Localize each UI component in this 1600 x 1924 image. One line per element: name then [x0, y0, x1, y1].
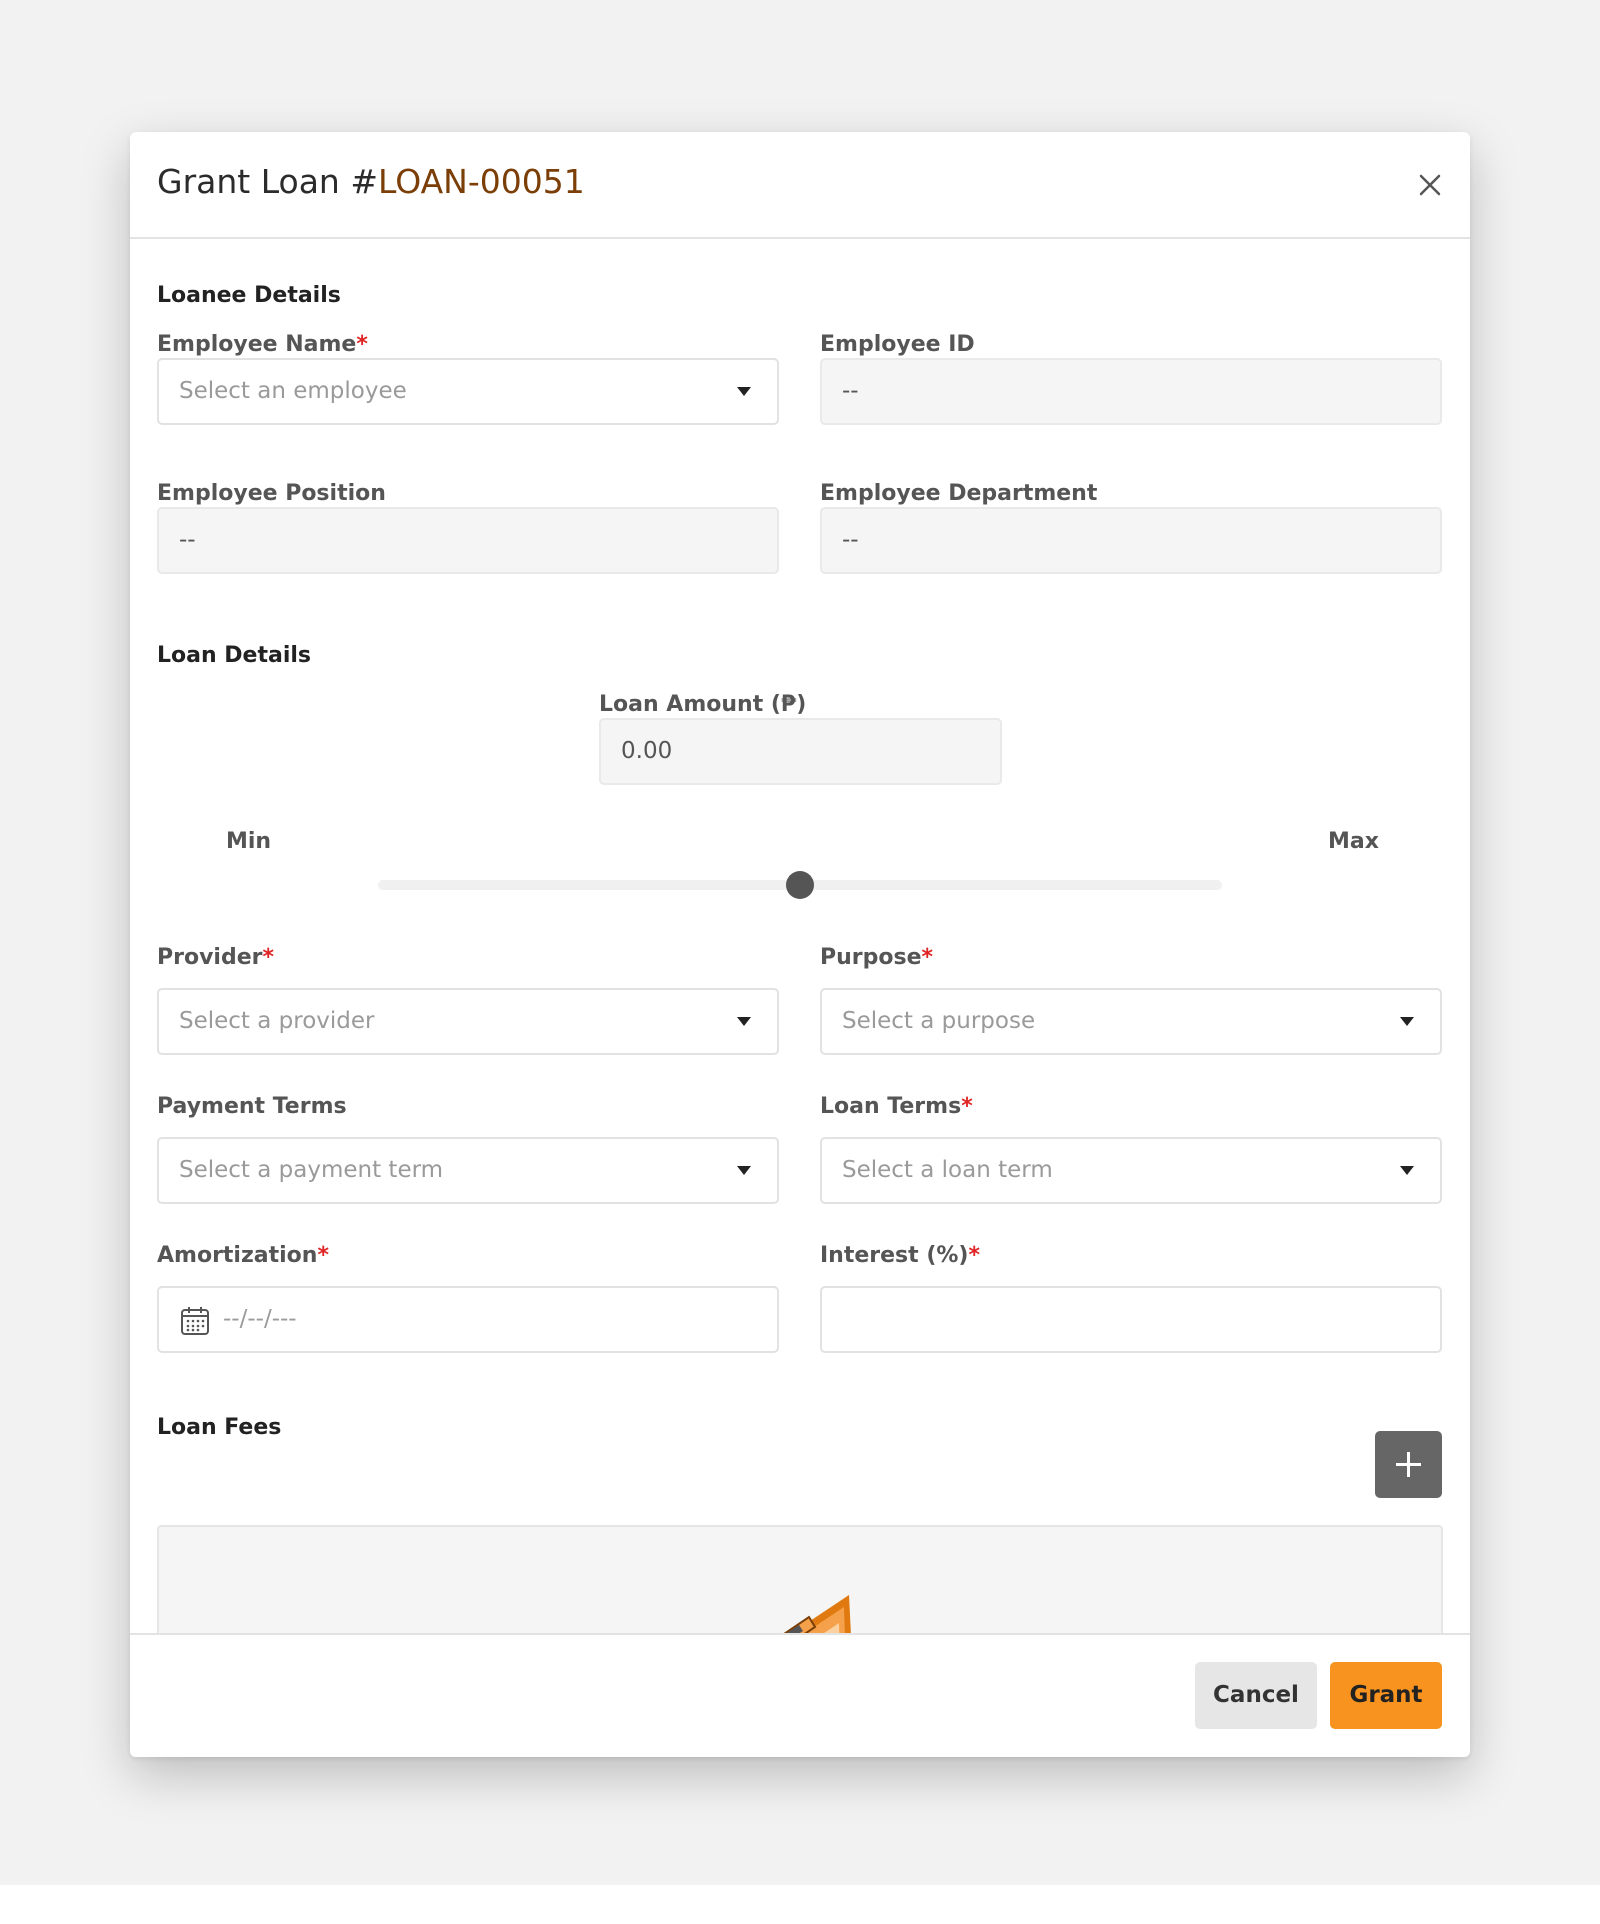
payment-terms-label: Payment Terms: [157, 1094, 347, 1119]
provider-label: Provider*: [157, 945, 274, 970]
loan-id: LOAN-00051: [377, 162, 585, 201]
employee-id-value: --: [842, 378, 859, 404]
loan-terms-placeholder: Select a loan term: [842, 1157, 1053, 1183]
page-bottom-strip: [0, 1885, 1600, 1924]
modal-header: Grant Loan #LOAN-00051: [130, 132, 1470, 239]
employee-name-select[interactable]: Select an employee: [157, 358, 779, 425]
loan-amount-input[interactable]: 0.00: [599, 718, 1002, 785]
slider-max-label: Max: [1328, 829, 1379, 854]
required-marker: *: [961, 1094, 973, 1119]
employee-department-label: Employee Department: [820, 481, 1098, 506]
required-marker: *: [262, 945, 275, 970]
chevron-down-icon: [737, 1166, 751, 1175]
provider-label-text: Provider: [157, 945, 263, 970]
close-icon: [1419, 174, 1441, 196]
employee-name-label: Employee Name*: [157, 332, 368, 357]
add-loan-fee-button[interactable]: [1375, 1431, 1442, 1498]
payment-terms-select[interactable]: Select a payment term: [157, 1137, 779, 1204]
required-marker: *: [356, 332, 368, 357]
employee-position-field: --: [157, 507, 779, 574]
interest-label: Interest (%)*: [820, 1243, 980, 1268]
interest-input[interactable]: [820, 1286, 1442, 1353]
loan-details-heading: Loan Details: [157, 643, 312, 668]
chevron-down-icon: [1400, 1166, 1414, 1175]
modal-title-prefix: Grant Loan #: [157, 162, 378, 201]
grant-button[interactable]: Grant: [1330, 1662, 1442, 1729]
employee-name-label-text: Employee Name: [157, 332, 357, 357]
loanee-details-heading: Loanee Details: [157, 283, 341, 308]
purpose-select[interactable]: Select a purpose: [820, 988, 1442, 1055]
chevron-down-icon: [737, 1017, 751, 1026]
loan-amount-value: 0.00: [621, 738, 673, 764]
employee-name-placeholder: Select an employee: [179, 378, 407, 404]
employee-id-field: --: [820, 358, 1442, 425]
employee-department-value: --: [842, 527, 859, 553]
employee-id-label: Employee ID: [820, 332, 975, 357]
purpose-placeholder: Select a purpose: [842, 1008, 1036, 1034]
employee-department-field: --: [820, 507, 1442, 574]
calendar-icon: [181, 1307, 209, 1335]
close-button[interactable]: [1412, 167, 1448, 203]
cancel-button[interactable]: Cancel: [1195, 1662, 1317, 1729]
grant-loan-modal: Grant Loan #LOAN-00051 Loanee Details Em…: [130, 132, 1470, 1757]
modal-title: Grant Loan #LOAN-00051: [157, 162, 585, 201]
amortization-label: Amortization*: [157, 1243, 329, 1268]
purpose-label: Purpose*: [820, 945, 933, 970]
chevron-down-icon: [737, 387, 751, 396]
purpose-label-text: Purpose: [820, 945, 922, 970]
loan-terms-label: Loan Terms*: [820, 1094, 973, 1119]
provider-placeholder: Select a provider: [179, 1008, 375, 1034]
employee-position-label: Employee Position: [157, 481, 386, 506]
loan-terms-select[interactable]: Select a loan term: [820, 1137, 1442, 1204]
employee-position-value: --: [179, 527, 196, 553]
required-marker: *: [921, 945, 934, 970]
modal-footer: Cancel Grant: [130, 1633, 1470, 1757]
chevron-down-icon: [1400, 1017, 1414, 1026]
slider-min-label: Min: [226, 829, 272, 854]
payment-terms-placeholder: Select a payment term: [179, 1157, 444, 1183]
loan-terms-label-text: Loan Terms: [820, 1094, 962, 1119]
loan-amount-label: Loan Amount (₱): [599, 692, 807, 717]
required-marker: *: [317, 1243, 329, 1268]
interest-label-text: Interest (%): [820, 1243, 969, 1268]
amortization-placeholder: --/--/---: [223, 1306, 297, 1332]
loan-amount-slider-thumb[interactable]: [786, 871, 814, 899]
amortization-label-text: Amortization: [157, 1243, 318, 1268]
provider-select[interactable]: Select a provider: [157, 988, 779, 1055]
required-marker: *: [968, 1243, 980, 1268]
loan-fees-heading: Loan Fees: [157, 1415, 282, 1440]
amortization-date-input[interactable]: --/--/---: [157, 1286, 779, 1353]
